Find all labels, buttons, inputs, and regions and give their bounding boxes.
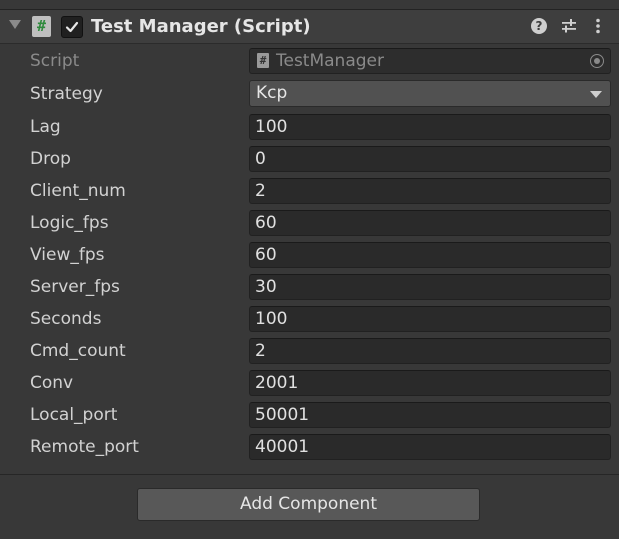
field-row: Local_port 50001	[0, 399, 619, 431]
field-row: Server_fps 30	[0, 271, 619, 303]
server-fps-input[interactable]: 30	[249, 274, 611, 300]
field-row: Drop 0	[0, 143, 619, 175]
field-row: View_fps 60	[0, 239, 619, 271]
strategy-value: Kcp	[256, 83, 288, 103]
script-file-icon: #	[257, 53, 269, 68]
field-label-local-port: Local_port	[30, 405, 118, 425]
field-label-client-num: Client_num	[30, 181, 126, 201]
field-label-conv: Conv	[30, 373, 74, 393]
kebab-menu-icon[interactable]	[594, 18, 602, 34]
script-object-field[interactable]: # TestManager	[249, 48, 611, 74]
seconds-input[interactable]: 100	[249, 306, 611, 332]
field-row: Logic_fps 60	[0, 207, 619, 239]
cmd-count-input[interactable]: 2	[249, 338, 611, 364]
enable-checkbox[interactable]	[61, 16, 83, 38]
field-label-lag: Lag	[30, 117, 61, 137]
script-label: Script	[30, 51, 80, 71]
logic-fps-input[interactable]: 60	[249, 210, 611, 236]
script-object-value: TestManager	[276, 51, 384, 71]
field-label-drop: Drop	[30, 149, 71, 169]
inspector-divider	[0, 474, 619, 475]
field-label-cmd-count: Cmd_count	[30, 341, 126, 361]
field-row: Cmd_count 2	[0, 335, 619, 367]
add-component-button[interactable]: Add Component	[137, 488, 480, 521]
component-title: Test Manager (Script)	[91, 16, 311, 37]
script-row: Script # TestManager	[0, 45, 619, 77]
script-icon-glyph: #	[36, 17, 47, 35]
field-row: Seconds 100	[0, 303, 619, 335]
script-icon: #	[32, 16, 51, 37]
field-row: Remote_port 40001	[0, 431, 619, 463]
strategy-row: Strategy Kcp	[0, 78, 619, 110]
field-row: Conv 2001	[0, 367, 619, 399]
field-row: Lag 100	[0, 111, 619, 143]
foldout-arrow-icon[interactable]	[9, 20, 21, 29]
lag-input[interactable]: 100	[249, 114, 611, 140]
local-port-input[interactable]: 50001	[249, 402, 611, 428]
help-icon[interactable]: ?	[531, 18, 547, 34]
remote-port-input[interactable]: 40001	[249, 434, 611, 460]
client-num-input[interactable]: 2	[249, 178, 611, 204]
dropdown-arrow-icon	[590, 91, 602, 98]
strategy-dropdown[interactable]: Kcp	[249, 80, 611, 107]
field-label-logic-fps: Logic_fps	[30, 213, 109, 233]
conv-input[interactable]: 2001	[249, 370, 611, 396]
view-fps-input[interactable]: 60	[249, 242, 611, 268]
component-header[interactable]: # Test Manager (Script) ?	[0, 10, 619, 44]
field-label-remote-port: Remote_port	[30, 437, 139, 457]
drop-input[interactable]: 0	[249, 146, 611, 172]
presets-icon[interactable]	[561, 18, 577, 34]
strategy-label: Strategy	[30, 84, 103, 104]
top-separator	[0, 0, 619, 10]
field-row: Client_num 2	[0, 175, 619, 207]
field-label-seconds: Seconds	[30, 309, 102, 329]
field-label-server-fps: Server_fps	[30, 277, 120, 297]
checkmark-icon	[65, 21, 79, 33]
object-picker-icon[interactable]	[590, 54, 604, 68]
field-label-view-fps: View_fps	[30, 245, 105, 265]
